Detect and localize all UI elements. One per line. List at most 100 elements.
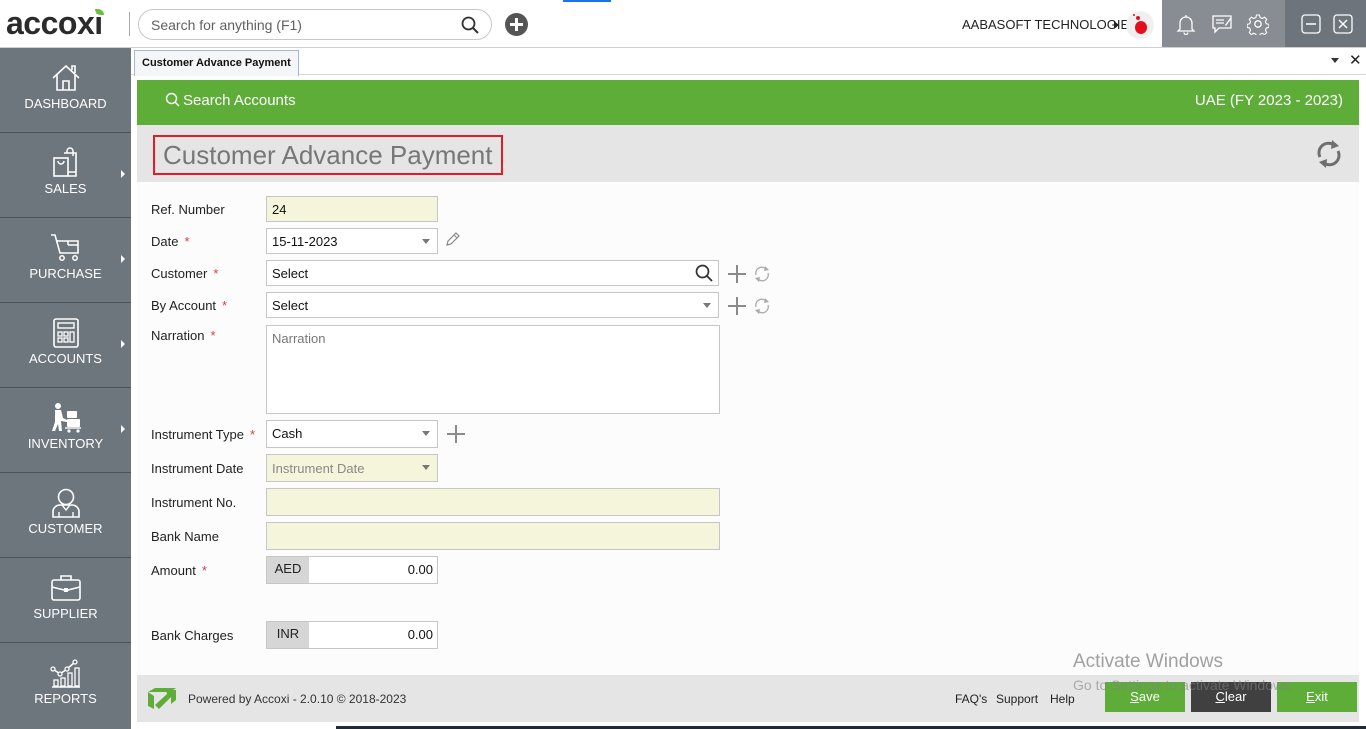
logo-divider bbox=[129, 12, 130, 36]
sidebar-item-inventory[interactable]: INVENTORY bbox=[0, 388, 131, 473]
home-icon bbox=[52, 64, 80, 91]
logo-leaf-icon bbox=[95, 9, 105, 15]
instrument-no-label: Instrument No. bbox=[151, 495, 237, 510]
instrument-date-picker[interactable]: Instrument Date bbox=[266, 454, 438, 482]
sidebar-item-reports[interactable]: REPORTS bbox=[0, 643, 131, 728]
sidebar-item-customer[interactable]: CUSTOMER bbox=[0, 473, 131, 558]
bank-name-field[interactable] bbox=[266, 522, 720, 550]
search-icon[interactable] bbox=[695, 264, 713, 282]
page-title: Customer Advance Payment bbox=[153, 135, 503, 175]
add-circle-icon[interactable] bbox=[505, 13, 528, 36]
submenu-arrow-icon bbox=[121, 170, 125, 178]
sidebar-label: PURCHASE bbox=[29, 266, 102, 281]
sidebar: DASHBOARD SALES PURCHASE ACCOUNTS INVENT… bbox=[0, 48, 131, 729]
date-picker[interactable]: 15-11-2023 bbox=[266, 228, 438, 254]
date-value: 15-11-2023 bbox=[272, 234, 338, 249]
accoxi-mark-icon bbox=[148, 688, 176, 709]
search-icon[interactable] bbox=[461, 16, 479, 34]
sidebar-label: INVENTORY bbox=[27, 436, 104, 451]
active-indicator bbox=[563, 0, 611, 2]
bank-charges-value: 0.00 bbox=[407, 627, 433, 642]
sidebar-item-supplier[interactable]: SUPPLIER bbox=[0, 558, 131, 643]
chevron-down-icon[interactable] bbox=[422, 465, 430, 470]
tab-list-dropdown-icon[interactable] bbox=[1331, 58, 1339, 63]
powered-by-text: Powered by Accoxi - 2.0.10 © 2018-2023 bbox=[188, 692, 407, 706]
ref-number-field[interactable]: 24 bbox=[266, 196, 438, 222]
chevron-down-icon[interactable] bbox=[422, 239, 430, 244]
instrument-date-label: Instrument Date bbox=[151, 461, 244, 476]
by-account-label: By Account * bbox=[151, 298, 228, 313]
help-link[interactable]: Help bbox=[1050, 692, 1075, 706]
briefcase-icon bbox=[51, 575, 81, 601]
message-icon[interactable] bbox=[1211, 13, 1233, 35]
sidebar-item-accounts[interactable]: ACCOUNTS bbox=[0, 303, 131, 388]
amount-field[interactable]: AED 0.00 bbox=[266, 556, 438, 584]
edit-pencil-icon[interactable] bbox=[444, 231, 461, 248]
page-title-bar: Customer Advance Payment bbox=[137, 125, 1359, 182]
narration-label: Narration * bbox=[151, 328, 216, 343]
support-link[interactable]: Support bbox=[996, 692, 1038, 706]
accoxi-logo[interactable]: accoxi bbox=[6, 6, 105, 40]
bank-charges-field[interactable]: INR 0.00 bbox=[266, 621, 438, 649]
sidebar-item-purchase[interactable]: PURCHASE bbox=[0, 218, 131, 303]
instrument-no-field[interactable] bbox=[266, 488, 720, 516]
amount-label: Amount * bbox=[151, 563, 207, 578]
chevron-down-icon[interactable] bbox=[703, 303, 711, 308]
submenu-arrow-icon bbox=[121, 340, 125, 348]
ref-number-label: Ref. Number bbox=[151, 202, 225, 217]
sidebar-item-dashboard[interactable]: DASHBOARD bbox=[0, 48, 131, 133]
add-customer-icon[interactable] bbox=[728, 265, 746, 283]
chevron-down-icon[interactable] bbox=[422, 431, 430, 436]
refresh-icon[interactable] bbox=[1315, 139, 1343, 169]
calculator-icon bbox=[53, 318, 79, 348]
submenu-arrow-icon bbox=[121, 425, 125, 433]
add-instrument-type-icon[interactable] bbox=[447, 425, 465, 443]
close-window-icon[interactable] bbox=[1332, 13, 1354, 35]
currency-badge: AED bbox=[267, 557, 309, 583]
currency-badge: INR bbox=[267, 622, 309, 648]
minimize-icon[interactable] bbox=[1300, 13, 1322, 35]
sidebar-label: REPORTS bbox=[34, 691, 97, 706]
bank-charges-label: Bank Charges bbox=[151, 628, 234, 643]
refresh-account-icon[interactable] bbox=[753, 297, 771, 315]
user-icon bbox=[52, 488, 80, 518]
bank-name-label: Bank Name bbox=[151, 529, 219, 544]
instrument-date-placeholder: Instrument Date bbox=[272, 461, 365, 476]
submenu-arrow-icon bbox=[121, 255, 125, 263]
by-account-value: Select bbox=[272, 298, 309, 313]
cart-icon bbox=[51, 234, 79, 261]
customer-value: Select bbox=[272, 266, 309, 281]
global-search-input[interactable] bbox=[151, 15, 451, 35]
trolley-icon bbox=[52, 403, 81, 433]
close-tab-icon[interactable]: ✕ bbox=[1349, 52, 1362, 68]
company-caret-icon[interactable] bbox=[1114, 21, 1119, 29]
sidebar-label: SUPPLIER bbox=[33, 606, 98, 621]
instrument-type-value: Cash bbox=[272, 426, 303, 441]
company-name[interactable]: AABASOFT TECHNOLOGIES bbox=[962, 17, 1138, 32]
user-avatar[interactable] bbox=[1126, 11, 1154, 39]
add-account-icon[interactable] bbox=[728, 297, 746, 315]
ref-number-value: 24 bbox=[272, 202, 287, 217]
instrument-type-select[interactable]: Cash bbox=[266, 420, 438, 448]
fiscal-year-label: UAE (FY 2023 - 2023) bbox=[1194, 92, 1343, 109]
search-icon bbox=[165, 92, 180, 107]
toolbar-icons bbox=[1162, 0, 1285, 47]
refresh-customer-icon[interactable] bbox=[753, 265, 771, 283]
tab-strip: Customer Advance Payment ✕ bbox=[131, 48, 1366, 76]
bell-icon[interactable] bbox=[1175, 13, 1197, 35]
sidebar-item-sales[interactable]: SALES bbox=[0, 133, 131, 218]
date-label: Date * bbox=[151, 234, 190, 249]
sidebar-label: ACCOUNTS bbox=[29, 351, 102, 366]
search-accounts-button[interactable]: Search Accounts bbox=[165, 92, 296, 109]
faq-link[interactable]: FAQ's bbox=[955, 692, 987, 706]
by-account-select[interactable]: Select bbox=[266, 292, 719, 318]
global-search[interactable] bbox=[138, 9, 492, 40]
payment-form: Ref. Number 24 Date * 15-11-2023 Customer… bbox=[137, 182, 1359, 675]
customer-select[interactable]: Select bbox=[266, 260, 719, 286]
narration-textarea[interactable] bbox=[266, 325, 720, 414]
tab-customer-advance-payment[interactable]: Customer Advance Payment bbox=[134, 50, 299, 76]
activate-windows-watermark: Activate Windows bbox=[1073, 651, 1223, 672]
search-accounts-label: Search Accounts bbox=[183, 92, 296, 109]
gear-icon[interactable] bbox=[1247, 13, 1269, 35]
sidebar-label: DASHBOARD bbox=[24, 96, 107, 111]
